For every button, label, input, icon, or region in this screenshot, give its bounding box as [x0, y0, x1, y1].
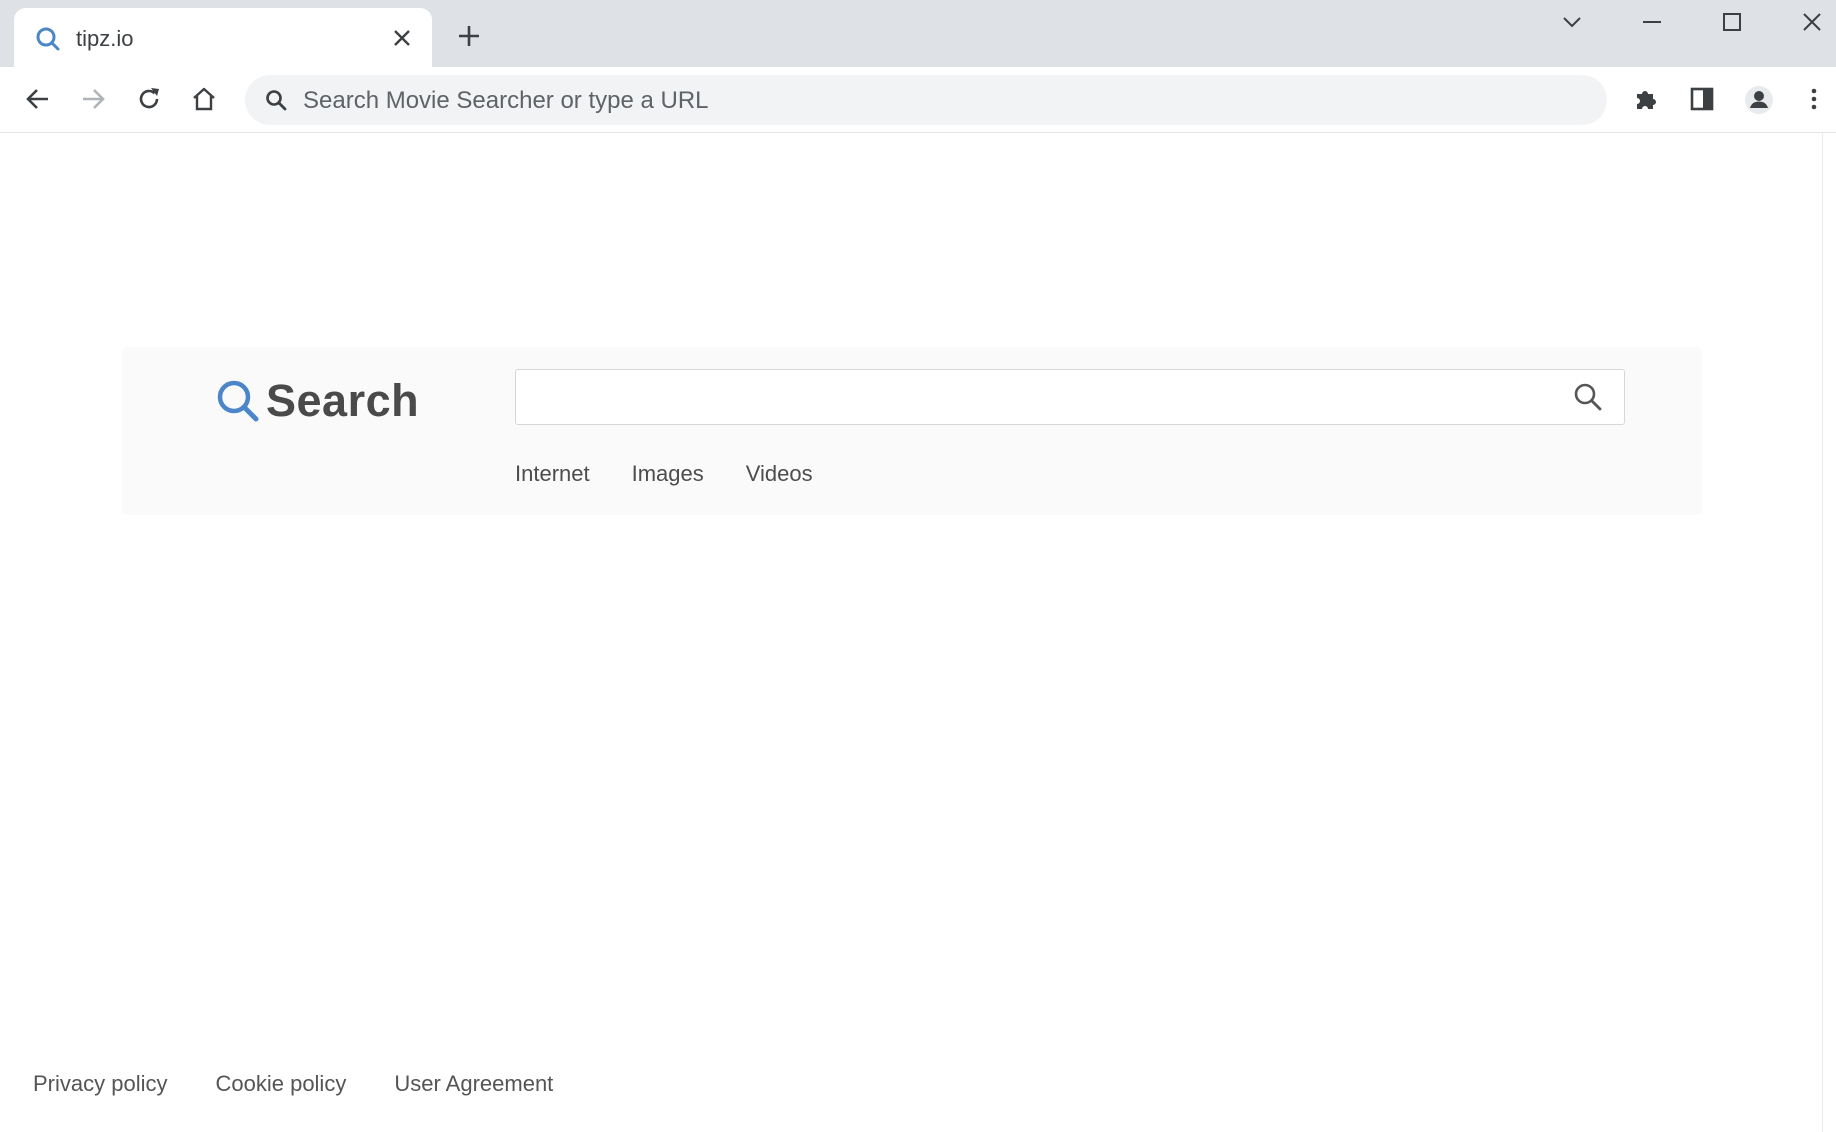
close-window-icon[interactable] [1792, 6, 1832, 36]
page-scrollbar[interactable] [1822, 133, 1836, 1132]
new-tab-plus-icon[interactable] [455, 22, 483, 50]
search-tab-images[interactable]: Images [632, 461, 704, 487]
user-agreement-link[interactable]: User Agreement [394, 1071, 553, 1097]
side-panel-icon[interactable] [1684, 81, 1720, 117]
search-tab-videos[interactable]: Videos [746, 461, 813, 487]
browser-title-bar: tipz.io [0, 0, 1836, 67]
address-bar[interactable]: Search Movie Searcher or type a URL [245, 75, 1607, 125]
web-page: Search Internet Images Videos Privacy po… [0, 133, 1822, 1132]
search-submit-icon[interactable] [1571, 380, 1605, 414]
search-logo: Search [214, 371, 419, 431]
search-icon [217, 380, 259, 422]
profile-avatar-icon[interactable] [1740, 81, 1776, 117]
search-input[interactable] [516, 370, 1556, 424]
maximize-icon[interactable] [1712, 6, 1752, 36]
close-tab-icon[interactable] [390, 26, 414, 50]
home-icon[interactable] [186, 81, 222, 117]
extensions-puzzle-icon[interactable] [1628, 81, 1664, 117]
address-bar-placeholder: Search Movie Searcher or type a URL [303, 87, 709, 114]
forward-arrow-icon[interactable] [75, 81, 111, 117]
search-type-tabs: Internet Images Videos [515, 461, 813, 487]
footer: Privacy policy Cookie policy User Agreem… [33, 1071, 553, 1097]
search-panel: Search Internet Images Videos [122, 347, 1702, 515]
more-menu-icon[interactable] [1796, 81, 1832, 117]
tab-title: tipz.io [76, 26, 134, 51]
privacy-policy-link[interactable]: Privacy policy [33, 1071, 167, 1097]
browser-tab[interactable]: tipz.io [14, 8, 432, 67]
search-icon [36, 27, 60, 51]
back-arrow-icon[interactable] [20, 81, 56, 117]
search-box [515, 369, 1625, 425]
tab-search-chevron-down-icon[interactable] [1552, 6, 1592, 36]
logo-text: Search [266, 375, 420, 426]
cookie-policy-link[interactable]: Cookie policy [215, 1071, 346, 1097]
search-tab-internet[interactable]: Internet [515, 461, 590, 487]
search-icon [266, 90, 287, 111]
minimize-icon[interactable] [1632, 6, 1672, 36]
browser-toolbar: Search Movie Searcher or type a URL [0, 67, 1836, 133]
reload-icon[interactable] [131, 81, 167, 117]
